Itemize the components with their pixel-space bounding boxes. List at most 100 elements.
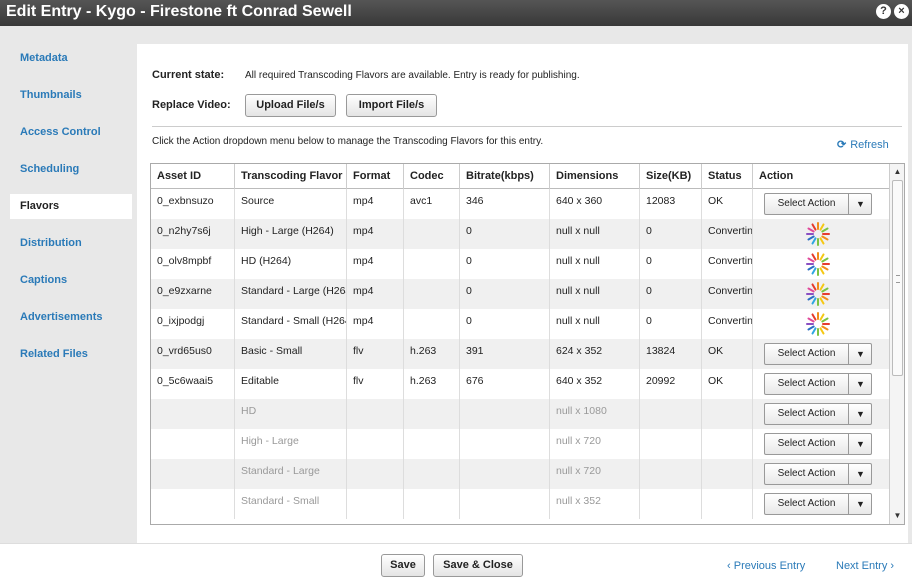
column-header-flavor[interactable]: Transcoding Flavor xyxy=(235,164,347,189)
sidebar-item-advertisements[interactable]: Advertisements xyxy=(0,305,133,330)
cell-asset-id xyxy=(151,399,235,429)
cell-size: 20992 xyxy=(640,369,702,399)
column-header-action: Action xyxy=(759,170,794,182)
table-row[interactable]: 0_olv8mpbf HD (H264) mp4 0 null x null 0 Conve… xyxy=(151,249,889,279)
cell-codec xyxy=(404,459,460,489)
cell-flavor: HD (H264) xyxy=(235,249,347,279)
upload-files-button[interactable]: Upload File/s xyxy=(245,94,336,117)
cell-status: Converting xyxy=(702,309,753,339)
column-header-bitrate[interactable]: Bitrate(kbps) xyxy=(460,164,550,189)
cell-bitrate xyxy=(460,429,550,459)
cell-dimensions: 640 x 352 xyxy=(550,369,640,399)
refresh-link[interactable]: ⟳ Refresh xyxy=(837,138,889,151)
cell-dimensions: 624 x 352 xyxy=(550,339,640,369)
select-action-label: Select Action xyxy=(777,378,836,389)
select-action-label: Select Action xyxy=(777,468,836,479)
table-row[interactable]: 0_exbnsuzo Source mp4 avc1 346 640 x 360 12083… xyxy=(151,189,889,219)
cell-dimensions: null x 720 xyxy=(550,459,640,489)
column-header-asset-id[interactable]: Asset ID xyxy=(151,164,235,189)
column-header-status[interactable]: Status xyxy=(702,164,753,189)
table-row[interactable]: HD null x 1080 Select Action ▼ xyxy=(151,399,889,429)
select-action-label: Select Action xyxy=(777,498,836,509)
replace-video-label: Replace Video: xyxy=(152,99,231,111)
cell-format: mp4 xyxy=(347,219,404,249)
cell-dimensions: null x 352 xyxy=(550,489,640,519)
sidebar-item-related-files[interactable]: Related Files xyxy=(0,342,133,367)
column-header-dimensions[interactable]: Dimensions xyxy=(550,164,640,189)
chevron-down-icon: ▼ xyxy=(848,194,872,214)
cell-bitrate xyxy=(460,489,550,519)
cell-codec xyxy=(404,219,460,249)
select-action-dropdown[interactable]: Select Action ▼ xyxy=(764,433,872,455)
cell-asset-id xyxy=(151,489,235,519)
cell-size: 0 xyxy=(640,249,702,279)
cell-status xyxy=(702,429,753,459)
content-area: Current state: All required Transcoding … xyxy=(133,26,912,543)
select-action-label: Select Action xyxy=(777,408,836,419)
scroll-thumb[interactable] xyxy=(892,180,903,376)
import-files-button[interactable]: Import File/s xyxy=(346,94,437,117)
loading-spinner-icon xyxy=(806,312,830,336)
sidebar-item-metadata[interactable]: Metadata xyxy=(0,46,133,71)
cell-size: 0 xyxy=(640,309,702,339)
save-button[interactable]: Save xyxy=(381,554,425,577)
previous-entry-label: Previous Entry xyxy=(733,560,806,572)
cell-flavor: High - Large (H264) xyxy=(235,219,347,249)
instructions-text: Click the Action dropdown menu below to … xyxy=(152,136,544,147)
cell-dimensions: null x 720 xyxy=(550,429,640,459)
window-title: Edit Entry - Kygo - Firestone ft Conrad … xyxy=(6,3,352,20)
cell-codec xyxy=(404,489,460,519)
cell-asset-id: 0_e9zxarne xyxy=(151,279,235,309)
table-scrollbar[interactable]: ▲ ▼ xyxy=(889,164,904,524)
select-action-dropdown[interactable]: Select Action ▼ xyxy=(764,493,872,515)
select-action-dropdown[interactable]: Select Action ▼ xyxy=(764,403,872,425)
help-icon[interactable]: ? xyxy=(876,4,891,19)
sidebar-item-flavors[interactable]: Flavors xyxy=(10,194,132,219)
refresh-label: Refresh xyxy=(850,139,889,151)
cell-asset-id: 0_n2hy7s6j xyxy=(151,219,235,249)
chevron-down-icon: ▼ xyxy=(848,494,872,514)
select-action-dropdown[interactable]: Select Action ▼ xyxy=(764,373,872,395)
table-row[interactable]: 0_e9zxarne Standard - Large (H264) mp4 0 nul… xyxy=(151,279,889,309)
select-action-dropdown[interactable]: Select Action ▼ xyxy=(764,193,872,215)
cell-codec xyxy=(404,279,460,309)
column-header-format[interactable]: Format xyxy=(347,164,404,189)
cell-dimensions: 640 x 360 xyxy=(550,189,640,219)
cell-format: mp4 xyxy=(347,309,404,339)
sidebar-item-scheduling[interactable]: Scheduling xyxy=(0,157,133,182)
table-row[interactable]: Standard - Small null x 352 Select Action ▼ xyxy=(151,489,889,519)
cell-asset-id xyxy=(151,429,235,459)
scroll-up-icon[interactable]: ▲ xyxy=(890,164,904,179)
select-action-dropdown[interactable]: Select Action ▼ xyxy=(764,463,872,485)
sidebar-item-captions[interactable]: Captions xyxy=(0,268,133,293)
select-action-label: Select Action xyxy=(777,348,836,359)
table-row[interactable]: High - Large null x 720 Select Action ▼ xyxy=(151,429,889,459)
table-row[interactable]: 0_5c6waai5 Editable flv h.263 676 640 x 352 20… xyxy=(151,369,889,399)
close-icon[interactable]: × xyxy=(894,4,909,19)
table-row[interactable]: Standard - Large null x 720 Select Action ▼ xyxy=(151,459,889,489)
chevron-down-icon: ▼ xyxy=(848,464,872,484)
cell-size xyxy=(640,459,702,489)
cell-size: 12083 xyxy=(640,189,702,219)
table-row[interactable]: 0_vrd65us0 Basic - Small flv h.263 391 624 x … xyxy=(151,339,889,369)
title-bar: Edit Entry - Kygo - Firestone ft Conrad … xyxy=(0,0,912,26)
column-header-codec[interactable]: Codec xyxy=(404,164,460,189)
table-header: Asset ID Transcoding Flavor Format Codec… xyxy=(151,164,889,189)
previous-entry-link[interactable]: ‹ Previous Entry xyxy=(727,560,805,572)
next-entry-link[interactable]: Next Entry › xyxy=(836,560,894,572)
sidebar-item-distribution[interactable]: Distribution xyxy=(0,231,133,256)
cell-codec xyxy=(404,249,460,279)
table-row[interactable]: 0_n2hy7s6j High - Large (H264) mp4 0 null x … xyxy=(151,219,889,249)
cell-flavor: Standard - Small xyxy=(235,489,347,519)
scroll-down-icon[interactable]: ▼ xyxy=(890,508,904,523)
chevron-down-icon: ▼ xyxy=(848,344,872,364)
column-header-size[interactable]: Size(KB) xyxy=(640,164,702,189)
cell-format xyxy=(347,429,404,459)
sidebar-item-thumbnails[interactable]: Thumbnails xyxy=(0,83,133,108)
select-action-dropdown[interactable]: Select Action ▼ xyxy=(764,343,872,365)
sidebar-item-access-control[interactable]: Access Control xyxy=(0,120,133,145)
chevron-down-icon: ▼ xyxy=(848,404,872,424)
table-row[interactable]: 0_ixjpodgj Standard - Small (H264) mp4 0 nul… xyxy=(151,309,889,339)
cell-format xyxy=(347,459,404,489)
save-close-button[interactable]: Save & Close xyxy=(433,554,523,577)
